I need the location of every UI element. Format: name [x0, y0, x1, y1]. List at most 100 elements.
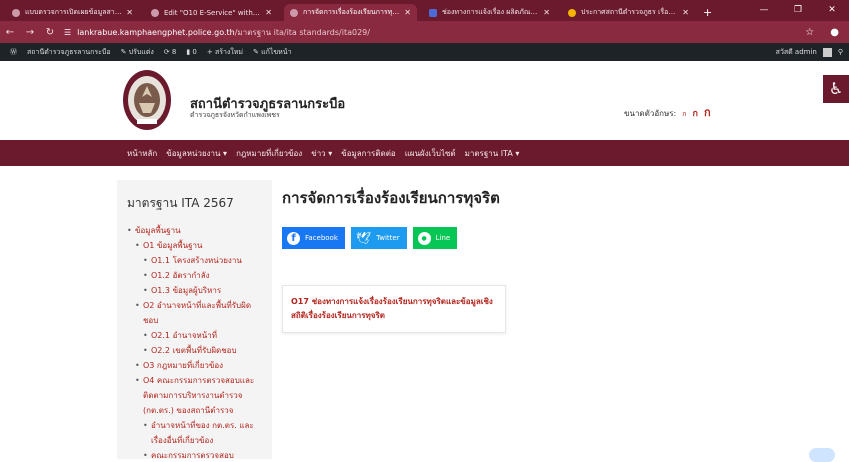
new-tab-button[interactable]: + — [703, 4, 712, 21]
profile-icon[interactable]: ● — [830, 27, 839, 38]
browser-tab[interactable]: ประกาศสถานีตำรวจภูธร เรื่อง แนวทาง ✕ — [562, 4, 695, 21]
avatar[interactable] — [822, 47, 832, 57]
sidebar-item[interactable]: O1.2 อัตรากำลัง — [127, 268, 262, 283]
page-title: การจัดการเรื่องร้องเรียนการทุจริต — [282, 189, 500, 207]
tab-title: แบบตรวจการเปิดเผยข้อมูลสาธารณะ — [25, 8, 122, 16]
sidebar-title: มาตรฐาน ITA 2567 — [127, 196, 234, 210]
bookmark-star-icon[interactable]: ☆ — [805, 27, 814, 38]
nav-item-ita[interactable]: มาตรฐาน ITA ▾ — [465, 147, 520, 160]
admin-new[interactable]: + สร้างใหม่ — [207, 47, 243, 58]
twitter-bird-icon: 🕊 — [355, 231, 372, 245]
nav-item-home[interactable]: หน้าหลัก — [127, 147, 157, 160]
admin-comments-count: 0 — [192, 48, 197, 56]
address-bar-row: ← → ↻ ☰ lankrabue.kamphaengphet.police.g… — [0, 21, 849, 43]
tab-favicon-icon — [429, 8, 437, 17]
sidebar-item[interactable]: O2.1 อำนาจหน้าที่ — [127, 328, 262, 343]
accessibility-icon[interactable]: ♿ — [823, 75, 849, 103]
close-tab-icon[interactable]: ✕ — [126, 8, 133, 17]
police-emblem-logo[interactable] — [120, 67, 174, 133]
updates-icon: ⟳ — [163, 48, 172, 56]
wordpress-logo-icon[interactable]: Ⓦ — [10, 47, 17, 57]
admin-site-name[interactable]: สถานีตำรวจภูธรลานกระบือ — [27, 47, 111, 58]
close-window-icon[interactable]: ✕ — [815, 0, 849, 21]
minimize-icon[interactable]: — — [747, 0, 781, 21]
document-link-title[interactable]: O17 ช่องทางการแจ้งเรื่องร้องเรียนการทุจร… — [291, 295, 497, 323]
close-tab-icon[interactable]: ✕ — [543, 8, 550, 17]
admin-updates[interactable]: ⟳ 8 — [164, 48, 177, 56]
share-buttons: f Facebook 🕊 Twitter ● Line — [282, 227, 742, 249]
font-small-button[interactable]: ก — [682, 109, 686, 120]
plus-icon: + — [206, 47, 215, 56]
sidebar-item[interactable]: อำนาจหน้าที่ของ กต.ตร. และเรื่องอื่นที่เ… — [127, 418, 262, 448]
document-link-card[interactable]: O17 ช่องทางการแจ้งเรื่องร้องเรียนการทุจร… — [282, 285, 506, 333]
admin-edit-label: แก้ไขหน้า — [261, 47, 292, 56]
site-header: สถานีตำรวจภูธรลานกระบือ ตำรวจภูธรจังหวัด… — [0, 61, 849, 140]
browser-tab-bar: แบบตรวจการเปิดเผยข้อมูลสาธารณะ ✕ Edit "O… — [0, 0, 849, 21]
sidebar-item[interactable]: O2.2 เขตพื้นที่รับผิดชอบ — [127, 343, 262, 358]
nav-item-sitemap[interactable]: แผนผังเว็บไซต์ — [405, 147, 456, 160]
sidebar-item[interactable]: O3 กฎหมายที่เกี่ยวข้อง — [127, 358, 262, 373]
tab-title: การจัดการเรื่องร้องเรียนการทุจริต – ... — [303, 8, 401, 16]
window-controls: — ❐ ✕ — [747, 0, 849, 21]
admin-updates-count: 8 — [171, 48, 177, 56]
nav-item-laws[interactable]: กฎหมายที่เกี่ยวข้อง — [236, 147, 302, 160]
font-large-button[interactable]: ก — [704, 103, 711, 121]
forward-icon[interactable]: → — [20, 27, 40, 38]
sidebar-item[interactable]: O1.1 โครงสร้างหน่วยงาน — [127, 253, 262, 268]
sidebar-item[interactable]: ข้อมูลพื้นฐาน — [127, 223, 262, 238]
admin-new-label: สร้างใหม่ — [214, 47, 244, 56]
line-icon: ● — [417, 231, 431, 245]
maximize-icon[interactable]: ❐ — [781, 0, 815, 21]
tab-favicon-icon — [568, 8, 576, 17]
admin-greeting[interactable]: สวัสดี admin — [776, 47, 817, 58]
font-size-label: ขนาดตัวอักษร: — [624, 109, 677, 118]
url-field[interactable]: ☰ lankrabue.kamphaengphet.police.go.th /… — [64, 24, 799, 40]
font-size-control: ขนาดตัวอักษร: ก ก ก — [624, 103, 711, 121]
tab-favicon-icon — [290, 8, 298, 17]
site-info-icon[interactable]: ☰ — [64, 28, 71, 37]
tab-title: ช่องทางการแจ้งเรื่อง ผลิตภัณฑ์ และช่อง — [442, 8, 539, 16]
admin-customize-label: ปรับแต่ง — [128, 47, 154, 56]
main-nav: หน้าหลัก ข้อมูลหน่วยงาน ▾ กฎหมายที่เกี่ย… — [0, 140, 849, 166]
wp-admin-bar: Ⓦ สถานีตำรวจภูธรลานกระบือ ✎ ปรับแต่ง ⟳ 8… — [0, 43, 849, 61]
tab-title: Edit "O10 E-Service" with Eleme — [164, 8, 262, 17]
main-content: การจัดการเรื่องร้องเรียนการทุจริต f Face… — [282, 186, 742, 333]
nav-item-agency-info[interactable]: ข้อมูลหน่วยงาน ▾ — [166, 147, 227, 160]
url-path: /มาตรฐาน ita/ita standards/ita029/ — [234, 27, 370, 37]
admin-comments[interactable]: ▮ 0 — [186, 48, 197, 56]
nav-item-news[interactable]: ข่าว ▾ — [311, 147, 332, 160]
share-twitter-button[interactable]: 🕊 Twitter — [350, 227, 407, 249]
sidebar-item[interactable]: คณะกรรมการตรวจสอบ — [127, 448, 262, 459]
font-medium-button[interactable]: ก — [692, 106, 697, 120]
browser-tab[interactable]: ช่องทางการแจ้งเรื่อง ผลิตภัณฑ์ และช่อง ✕ — [423, 4, 556, 21]
sidebar-item[interactable]: O1 ข้อมูลพื้นฐาน — [127, 238, 262, 253]
nav-item-contact[interactable]: ข้อมูลการติดต่อ — [341, 147, 395, 160]
share-line-button[interactable]: ● Line — [412, 227, 458, 249]
pencil-icon: ✎ — [253, 47, 262, 56]
sidebar-menu: ข้อมูลพื้นฐาน O1 ข้อมูลพื้นฐาน O1.1 โครง… — [127, 223, 262, 459]
sidebar-item[interactable]: O2 อำนาจหน้าที่และพื้นที่รับผิดชอบ — [127, 298, 262, 328]
tab-title: ประกาศสถานีตำรวจภูธร เรื่อง แนวทาง — [581, 8, 679, 16]
tab-favicon-icon — [151, 8, 159, 17]
back-icon[interactable]: ← — [0, 27, 20, 38]
close-tab-icon[interactable]: ✕ — [265, 8, 272, 17]
search-icon[interactable]: ⚲ — [838, 48, 843, 56]
tab-favicon-icon — [12, 8, 20, 17]
reload-icon[interactable]: ↻ — [40, 27, 60, 38]
browser-tab[interactable]: Edit "O10 E-Service" with Eleme ✕ — [145, 4, 278, 21]
browser-tab-active[interactable]: การจัดการเรื่องร้องเรียนการทุจริต – ... … — [284, 4, 417, 21]
chat-widget-icon[interactable] — [809, 448, 835, 462]
close-tab-icon[interactable]: ✕ — [404, 8, 411, 17]
sidebar-item[interactable]: O4 คณะกรรมการตรวจสอบและติดตามการบริหารงา… — [127, 373, 262, 418]
share-facebook-button[interactable]: f Facebook — [282, 227, 345, 249]
admin-customize[interactable]: ✎ ปรับแต่ง — [121, 47, 154, 58]
url-domain: lankrabue.kamphaengphet.police.go.th — [77, 27, 235, 37]
share-facebook-label: Facebook — [305, 234, 338, 242]
close-tab-icon[interactable]: ✕ — [682, 8, 689, 17]
share-twitter-label: Twitter — [376, 234, 400, 242]
browser-tab[interactable]: แบบตรวจการเปิดเผยข้อมูลสาธารณะ ✕ — [6, 4, 139, 21]
admin-edit-page[interactable]: ✎ แก้ไขหน้า — [253, 47, 291, 58]
sidebar-item[interactable]: O1.3 ข้อมูลผู้บริหาร — [127, 283, 262, 298]
site-subtitle: ตำรวจภูธรจังหวัดกำแพงเพชร — [190, 111, 280, 119]
brush-icon: ✎ — [120, 47, 129, 56]
